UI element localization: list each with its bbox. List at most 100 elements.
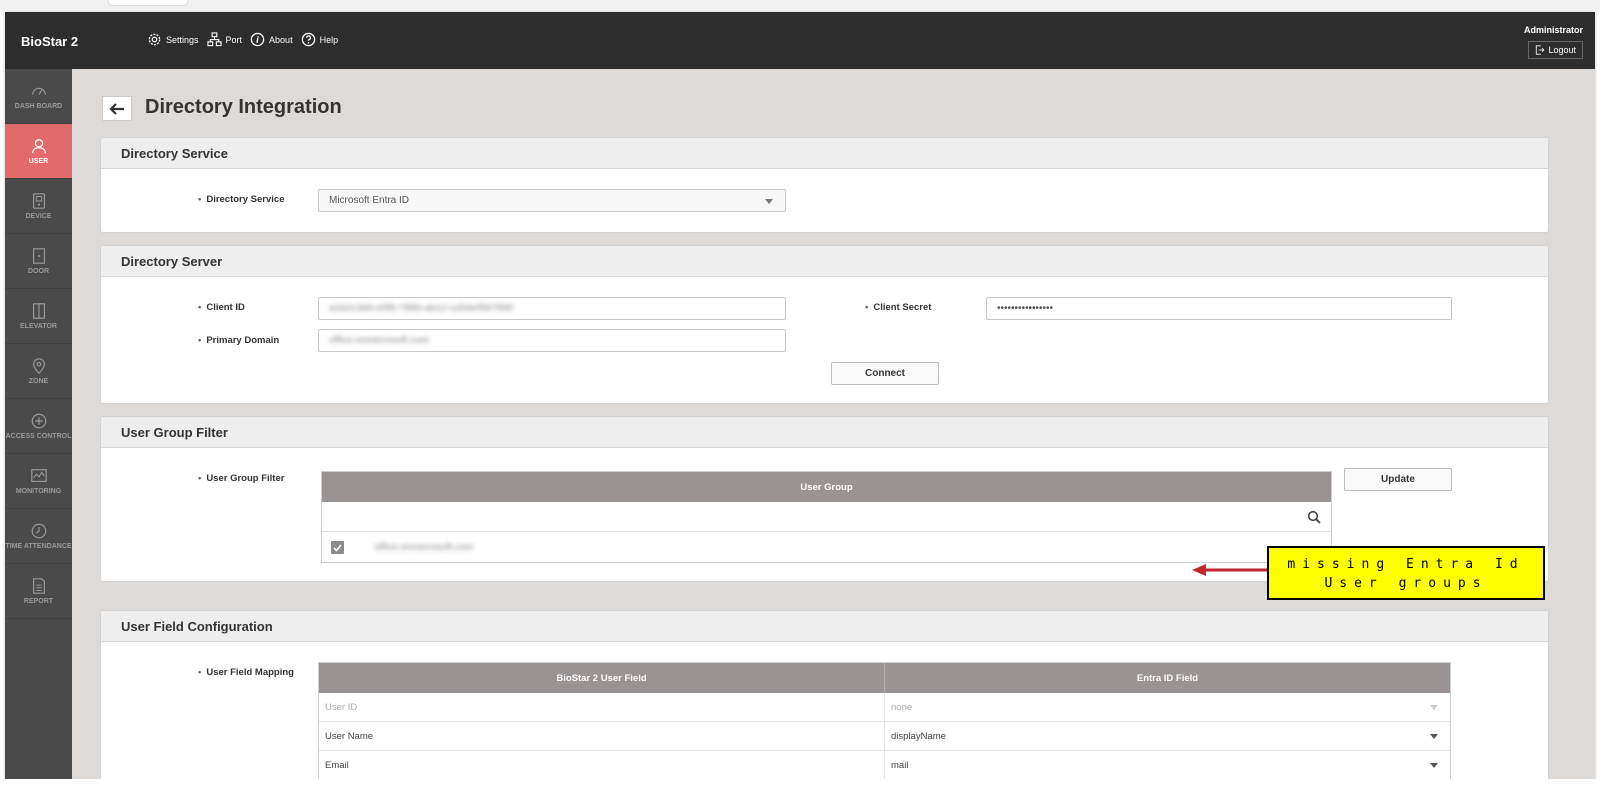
help-label: Help bbox=[319, 34, 339, 45]
connect-button[interactable]: Connect bbox=[831, 362, 939, 385]
door-icon bbox=[32, 247, 45, 264]
sidebar-item-report[interactable]: REPORT bbox=[5, 564, 72, 619]
settings-label: Settings bbox=[166, 34, 199, 45]
sidebar-label-zone: ZONE bbox=[28, 377, 49, 385]
entra-field-value: displayName bbox=[891, 730, 946, 742]
logout-label: Logout bbox=[1548, 45, 1576, 55]
directory-service-label: Directory Service bbox=[198, 194, 284, 205]
sidebar-item-time-attendance[interactable]: TIME ATTENDANCE bbox=[5, 509, 72, 564]
biostar-field-cell: User Name bbox=[319, 722, 885, 750]
chevron-down-icon bbox=[1430, 763, 1438, 768]
annotation-callout: missing Entra Id User groups bbox=[1267, 546, 1545, 600]
update-button[interactable]: Update bbox=[1344, 468, 1452, 491]
user-field-config-panel: User Field Configuration User Field Mapp… bbox=[100, 610, 1549, 779]
sidebar-item-elevator[interactable]: ELEVATOR bbox=[5, 289, 72, 344]
user-group-row-value: office.onmicrosoft.com bbox=[374, 541, 474, 553]
sidebar-label-access-control: ACCESS CONTROL bbox=[5, 432, 72, 440]
sidebar-label-time-attendance: TIME ATTENDANCE bbox=[5, 542, 72, 550]
directory-service-panel: Directory Service Directory Service Micr… bbox=[100, 137, 1549, 233]
about-link[interactable]: About bbox=[250, 32, 293, 47]
port-link[interactable]: Port bbox=[206, 32, 242, 47]
user-field-mapping-label: User Field Mapping bbox=[198, 667, 294, 678]
gauge-icon bbox=[31, 87, 46, 95]
directory-server-header: Directory Server bbox=[101, 246, 1548, 277]
help-link[interactable]: Help bbox=[301, 32, 339, 47]
user-group-row[interactable]: office.onmicrosoft.com bbox=[322, 532, 1331, 562]
table-row: User ID none bbox=[319, 693, 1450, 722]
brand-logo: BioStar 2 bbox=[21, 34, 79, 49]
sidebar-label-report: REPORT bbox=[23, 597, 54, 605]
chevron-down-icon bbox=[765, 199, 773, 204]
directory-service-select[interactable]: Microsoft Entra ID bbox=[318, 189, 786, 212]
annotation-line-2: User groups bbox=[1324, 576, 1488, 591]
search-icon[interactable] bbox=[1307, 510, 1321, 524]
sidebar-item-door[interactable]: DOOR bbox=[5, 234, 72, 289]
client-id-input[interactable]: a1b2c3d4-e5f6-7890-ab12-cd34ef567890 bbox=[318, 297, 786, 320]
current-user-name: Administrator bbox=[1523, 25, 1583, 35]
entra-field-select: none bbox=[885, 693, 1450, 721]
browser-top-strip bbox=[0, 0, 1600, 12]
sidebar-label-dashboard: DASH BOARD bbox=[14, 102, 63, 110]
access-control-icon bbox=[31, 413, 46, 428]
annotation-arrow bbox=[1192, 564, 1268, 576]
sidebar-item-access-control[interactable]: ACCESS CONTROL bbox=[5, 399, 72, 454]
entra-field-select[interactable]: mail bbox=[885, 751, 1450, 779]
sidebar-item-zone[interactable]: ZONE bbox=[5, 344, 72, 399]
sidebar-label-device: DEVICE bbox=[25, 212, 52, 220]
client-secret-value: •••••••••••••••• bbox=[997, 303, 1054, 314]
back-button[interactable] bbox=[102, 96, 132, 121]
sidebar: DASH BOARD USER DEVICE DOOR ELEVATOR ZON… bbox=[5, 69, 72, 779]
app-window: BioStar 2 Settings Port About Help Admin… bbox=[5, 12, 1595, 779]
browser-tab[interactable] bbox=[108, 0, 188, 6]
page-title: Directory Integration bbox=[145, 96, 342, 118]
primary-domain-label: Primary Domain bbox=[198, 335, 279, 346]
user-group-filter-label: User Group Filter bbox=[198, 473, 284, 484]
gear-icon bbox=[148, 33, 161, 46]
client-id-value: a1b2c3d4-e5f6-7890-ab12-cd34ef567890 bbox=[329, 303, 514, 314]
user-group-search-row[interactable] bbox=[322, 502, 1331, 532]
primary-domain-input[interactable]: office.onmicrosoft.com bbox=[318, 329, 786, 352]
client-secret-input[interactable]: •••••••••••••••• bbox=[986, 297, 1452, 320]
mapping-table-header: BioStar 2 User Field Entra ID Field bbox=[319, 663, 1450, 693]
sidebar-item-user[interactable]: USER bbox=[5, 124, 72, 179]
elevator-icon bbox=[32, 302, 45, 319]
main-content: Directory Integration Directory Service … bbox=[72, 69, 1595, 779]
table-row: User Name displayName bbox=[319, 722, 1450, 751]
monitoring-icon bbox=[30, 468, 47, 482]
sidebar-label-elevator: ELEVATOR bbox=[20, 322, 57, 330]
user-group-table: User Group office.onmicrosoft.com bbox=[321, 471, 1332, 563]
biostar-field-cell: User ID bbox=[319, 693, 885, 721]
user-group-checkbox[interactable] bbox=[331, 541, 344, 554]
annotation-line-1: missing Entra Id bbox=[1287, 557, 1525, 572]
client-id-label: Client ID bbox=[198, 302, 245, 313]
user-field-config-header: User Field Configuration bbox=[101, 611, 1548, 642]
sidebar-label-door: DOOR bbox=[28, 267, 49, 275]
about-label: About bbox=[269, 34, 293, 45]
settings-link[interactable]: Settings bbox=[147, 32, 199, 47]
chevron-down-icon bbox=[1430, 734, 1438, 739]
directory-service-value: Microsoft Entra ID bbox=[329, 195, 410, 206]
entra-field-value: none bbox=[891, 701, 913, 713]
entra-field-select[interactable]: displayName bbox=[885, 722, 1450, 750]
biostar-field-column-header: BioStar 2 User Field bbox=[319, 663, 885, 693]
sidebar-item-device[interactable]: DEVICE bbox=[5, 179, 72, 234]
primary-domain-value: office.onmicrosoft.com bbox=[329, 335, 429, 346]
directory-service-header: Directory Service bbox=[101, 138, 1548, 169]
logout-button[interactable]: Logout bbox=[1528, 41, 1583, 59]
sidebar-label-monitoring: MONITORING bbox=[15, 487, 62, 495]
entra-field-column-header: Entra ID Field bbox=[1136, 672, 1199, 684]
sidebar-item-dashboard[interactable]: DASH BOARD bbox=[5, 69, 72, 124]
top-header: BioStar 2 Settings Port About Help Admin… bbox=[5, 12, 1595, 69]
page-bottom bbox=[0, 779, 1619, 789]
user-group-column-header: User Group bbox=[322, 472, 1331, 502]
directory-server-panel: Directory Server Client ID a1b2c3d4-e5f6… bbox=[100, 245, 1549, 404]
client-secret-label: Client Secret bbox=[865, 302, 931, 313]
zone-pin-icon bbox=[32, 357, 45, 374]
entra-field-value: mail bbox=[891, 759, 909, 771]
biostar-field-cell: Email bbox=[319, 751, 885, 779]
chevron-down-icon bbox=[1430, 705, 1438, 710]
sidebar-item-monitoring[interactable]: MONITORING bbox=[5, 454, 72, 509]
user-group-filter-header: User Group Filter bbox=[101, 417, 1548, 448]
clock-icon bbox=[31, 523, 46, 538]
sidebar-label-user: USER bbox=[28, 157, 49, 165]
